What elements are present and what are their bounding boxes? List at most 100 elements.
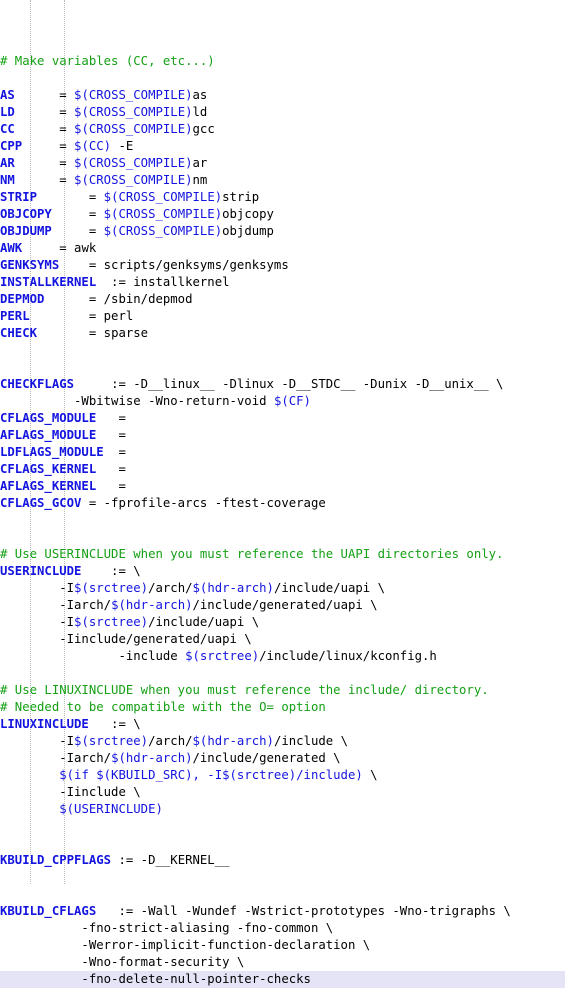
code-editor[interactable]: # Make variables (CC, etc...) AS = $(CRO… xyxy=(0,0,565,988)
code-line[interactable]: CFLAGS_KERNEL = xyxy=(0,461,565,478)
text-token: -Wno-format-security \ xyxy=(0,955,245,969)
reference-token: $(CC) xyxy=(74,139,112,153)
code-line[interactable]: AFLAGS_MODULE = xyxy=(0,427,565,444)
code-line[interactable]: DEPMOD = /sbin/depmod xyxy=(0,291,565,308)
reference-token: $(hdr-arch) xyxy=(111,598,193,612)
text-token: = /sbin/depmod xyxy=(44,292,193,306)
code-line[interactable]: -I$(srctree)/arch/$(hdr-arch)/include/ua… xyxy=(0,580,565,597)
code-line[interactable] xyxy=(0,818,565,835)
code-line[interactable]: -include $(srctree)/include/linux/kconfi… xyxy=(0,648,565,665)
text-token: strip xyxy=(222,190,260,204)
code-line[interactable]: CFLAGS_MODULE = xyxy=(0,410,565,427)
code-line[interactable] xyxy=(0,512,565,529)
variable-token: KBUILD_CFLAGS xyxy=(0,904,97,918)
text-token: /include/linux/kconfig.h xyxy=(259,649,437,663)
code-line[interactable]: OBJDUMP = $(CROSS_COMPILE)objdump xyxy=(0,223,565,240)
code-line[interactable]: -Iinclude \ xyxy=(0,784,565,801)
code-line[interactable] xyxy=(0,342,565,359)
code-line[interactable]: # Use LINUXINCLUDE when you must referen… xyxy=(0,682,565,699)
code-line[interactable]: -fno-delete-null-pointer-checks xyxy=(0,971,565,988)
code-content[interactable]: # Make variables (CC, etc...) AS = $(CRO… xyxy=(0,53,565,988)
variable-token: KBUILD_CPPFLAGS xyxy=(0,853,112,867)
reference-token: $(hdr-arch) xyxy=(111,751,193,765)
code-line[interactable]: -Werror-implicit-function-declaration \ xyxy=(0,937,565,954)
code-line[interactable]: PERL = perl xyxy=(0,308,565,325)
code-line[interactable]: USERINCLUDE := \ xyxy=(0,563,565,580)
code-line[interactable]: -I$(srctree)/include/uapi \ xyxy=(0,614,565,631)
code-line[interactable]: KBUILD_CFLAGS := -Wall -Wundef -Wstrict-… xyxy=(0,903,565,920)
code-line[interactable]: # Use USERINCLUDE when you must referenc… xyxy=(0,546,565,563)
code-line[interactable]: -Iarch/$(hdr-arch)/include/generated/uap… xyxy=(0,597,565,614)
text-token: = xyxy=(96,428,126,442)
code-line[interactable] xyxy=(0,886,565,903)
code-line[interactable]: CFLAGS_GCOV = -fprofile-arcs -ftest-cove… xyxy=(0,495,565,512)
text-token: -fno-strict-aliasing -fno-common \ xyxy=(0,921,334,935)
code-line[interactable]: KBUILD_CPPFLAGS := -D__KERNEL__ xyxy=(0,852,565,869)
code-line[interactable]: CHECK = sparse xyxy=(0,325,565,342)
code-line[interactable]: -Wbitwise -Wno-return-void $(CF) xyxy=(0,393,565,410)
code-line[interactable]: AWK = awk xyxy=(0,240,565,257)
code-line[interactable]: LD = $(CROSS_COMPILE)ld xyxy=(0,104,565,121)
code-line[interactable]: STRIP = $(CROSS_COMPILE)strip xyxy=(0,189,565,206)
code-line[interactable]: AS = $(CROSS_COMPILE)as xyxy=(0,87,565,104)
code-line[interactable]: -Wno-format-security \ xyxy=(0,954,565,971)
reference-token: $(CF) xyxy=(273,394,311,408)
variable-token: CFLAGS_KERNEL xyxy=(0,462,97,476)
reference-token: $(CROSS_COMPILE) xyxy=(74,122,193,136)
variable-token: CHECKFLAGS xyxy=(0,377,75,391)
code-line[interactable] xyxy=(0,529,565,546)
code-line[interactable] xyxy=(0,869,565,886)
code-line[interactable]: AFLAGS_KERNEL = xyxy=(0,478,565,495)
code-line[interactable]: LINUXINCLUDE := \ xyxy=(0,716,565,733)
text-token: -Iinclude/generated/uapi \ xyxy=(0,632,252,646)
text-token: = xyxy=(96,462,126,476)
text-token: := \ xyxy=(81,564,141,578)
code-line[interactable]: LDFLAGS_MODULE = xyxy=(0,444,565,461)
variable-token: CPP xyxy=(0,139,23,153)
text-token: = xyxy=(51,207,104,221)
code-line[interactable] xyxy=(0,835,565,852)
variable-token: CHECK xyxy=(0,326,38,340)
code-line[interactable]: GENKSYMS = scripts/genksyms/genksyms xyxy=(0,257,565,274)
text-token: = xyxy=(14,122,75,136)
code-line[interactable]: -Iarch/$(hdr-arch)/include/generated \ xyxy=(0,750,565,767)
variable-token: NM xyxy=(0,173,15,187)
code-line[interactable]: CPP = $(CC) -E xyxy=(0,138,565,155)
text-token: = perl xyxy=(29,309,134,323)
code-line[interactable]: INSTALLKERNEL := installkernel xyxy=(0,274,565,291)
code-line[interactable]: NM = $(CROSS_COMPILE)nm xyxy=(0,172,565,189)
variable-token: CFLAGS_MODULE xyxy=(0,411,97,425)
variable-token: GENKSYMS xyxy=(0,258,60,272)
code-line[interactable] xyxy=(0,665,565,682)
text-token: /include \ xyxy=(273,734,348,748)
text-token: := installkernel xyxy=(96,275,230,289)
text-token: = xyxy=(51,224,104,238)
code-line[interactable]: CHECKFLAGS := -D__linux__ -Dlinux -D__ST… xyxy=(0,376,565,393)
reference-token: $(srctree) xyxy=(185,649,260,663)
code-line[interactable] xyxy=(0,359,565,376)
variable-token: DEPMOD xyxy=(0,292,45,306)
variable-token: AR xyxy=(0,156,15,170)
code-line[interactable]: -fno-strict-aliasing -fno-common \ xyxy=(0,920,565,937)
text-token: gcc xyxy=(192,122,215,136)
code-line[interactable]: -Iinclude/generated/uapi \ xyxy=(0,631,565,648)
comment-token: # Use LINUXINCLUDE when you must referen… xyxy=(0,683,489,697)
code-line[interactable]: # Make variables (CC, etc...) xyxy=(0,53,565,70)
code-line[interactable]: AR = $(CROSS_COMPILE)ar xyxy=(0,155,565,172)
text-token: /arch/ xyxy=(148,734,193,748)
code-line[interactable] xyxy=(0,70,565,87)
text-token: := -D__linux__ -Dlinux -D__STDC__ -Dunix… xyxy=(74,377,504,391)
code-line[interactable]: $(if $(KBUILD_SRC), -I$(srctree)/include… xyxy=(0,767,565,784)
variable-token: OBJCOPY xyxy=(0,207,52,221)
code-line[interactable]: $(USERINCLUDE) xyxy=(0,801,565,818)
code-line[interactable]: # Needed to be compatible with the O= op… xyxy=(0,699,565,716)
variable-token: LDFLAGS_MODULE xyxy=(0,445,104,459)
text-token: = xyxy=(14,173,75,187)
text-token: -Wbitwise -Wno-return-void xyxy=(0,394,274,408)
code-line[interactable]: -I$(srctree)/arch/$(hdr-arch)/include \ xyxy=(0,733,565,750)
text-token: nm xyxy=(192,173,208,187)
text-token: -E xyxy=(111,139,134,153)
code-line[interactable]: CC = $(CROSS_COMPILE)gcc xyxy=(0,121,565,138)
code-line[interactable]: OBJCOPY = $(CROSS_COMPILE)objcopy xyxy=(0,206,565,223)
